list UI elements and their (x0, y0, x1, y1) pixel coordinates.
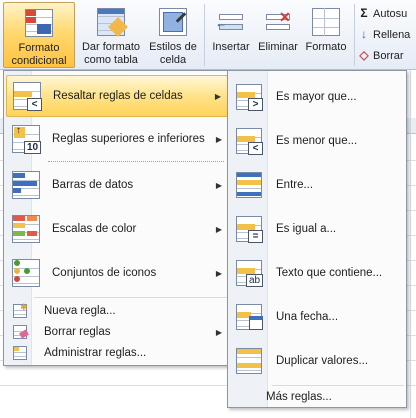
table-style-icon (95, 6, 128, 38)
format-label: Formato (305, 41, 347, 53)
ribbon-separator (354, 4, 355, 66)
duplicate-values-icon (234, 346, 264, 376)
date-occurring-icon (234, 302, 264, 332)
autosum-label: Autosu (373, 8, 408, 20)
menu-item-label: Borrar reglas (44, 326, 111, 338)
submenu-item-greater-than[interactable]: > Es mayor que... (230, 77, 404, 117)
clear-label: Borrar (373, 50, 404, 62)
conditional-format-menu: < Resaltar reglas de celdas ▶ ↑ 10 Regla… (3, 70, 231, 366)
menu-item-top-bottom-rules[interactable]: ↑ 10 Reglas superiores e inferiores ▶ (6, 119, 228, 159)
highlight-rules-submenu: > Es mayor que... < Es menor que... Entr… (227, 70, 407, 408)
ribbon-separator (204, 4, 205, 66)
fill-label: Rellena (373, 29, 411, 41)
submenu-arrow-icon: ▶ (215, 327, 222, 337)
autosum-button[interactable]: Σ Autosu (358, 4, 407, 22)
conditional-format-button[interactable]: Formato condicional (3, 2, 75, 68)
new-rule-icon: ✱ (12, 303, 28, 319)
menu-item-clear-rules[interactable]: Borrar reglas ▶ (6, 322, 228, 342)
submenu-separator (272, 385, 404, 386)
cell-styles-icon (157, 6, 189, 38)
greater-than-icon: > (234, 82, 264, 112)
manage-rules-icon (12, 345, 28, 361)
insert-cells-icon: ← (215, 6, 247, 38)
submenu-item-label: Duplicar valores... (276, 355, 369, 367)
highlight-cells-rules-icon: < (11, 80, 43, 112)
submenu-arrow-icon: ▶ (215, 134, 222, 144)
menu-item-data-bars[interactable]: Barras de datos ▶ (6, 165, 228, 205)
submenu-item-label: Es igual a... (276, 223, 337, 235)
icon-sets-icon (10, 257, 42, 289)
format-as-table-button[interactable]: Dar formato como tabla (78, 2, 144, 68)
submenu-arrow-icon: ▶ (214, 91, 221, 101)
clear-button[interactable]: ◇ Borrar (358, 46, 404, 64)
cell-styles-button[interactable]: Estilos de celda (146, 2, 200, 68)
submenu-item-equal-to[interactable]: = Es igual a... (230, 209, 404, 249)
menu-separator (34, 297, 228, 298)
submenu-item-between[interactable]: Entre... (230, 165, 404, 205)
more-rules-label: Más reglas... (266, 391, 332, 403)
eraser-icon: ◇ (359, 48, 369, 62)
clear-rules-icon (12, 324, 29, 340)
grid-line (410, 70, 411, 418)
menu-item-highlight-cell-rules[interactable]: < Resaltar reglas de celdas ▶ (6, 75, 228, 117)
data-bars-icon (10, 169, 42, 201)
sigma-icon: Σ (360, 6, 368, 20)
submenu-item-label: Texto que contiene... (276, 267, 383, 279)
cell-styles-label: Estilos de celda (149, 41, 197, 66)
submenu-item-more-rules[interactable]: Más reglas... (230, 387, 404, 407)
menu-separator (48, 161, 224, 162)
menu-item-manage-rules[interactable]: Administrar reglas... (6, 343, 228, 363)
submenu-arrow-icon: ▶ (215, 224, 222, 234)
menu-item-new-rule[interactable]: ✱ Nueva regla... (6, 301, 228, 321)
menu-item-icon-sets[interactable]: Conjuntos de iconos ▶ (6, 253, 228, 293)
menu-item-label: Reglas superiores e inferiores (52, 133, 205, 145)
menu-item-label: Escalas de color (52, 223, 137, 235)
fill-down-icon: ↓ (361, 27, 367, 41)
insert-button[interactable]: ← Insertar (208, 2, 254, 68)
submenu-item-date[interactable]: Una fecha... (230, 297, 404, 337)
between-icon (234, 170, 264, 200)
format-cells-icon (310, 6, 342, 38)
conditional-format-label: Formato condicional (11, 42, 67, 67)
delete-cells-icon: ✕ (262, 6, 294, 38)
submenu-arrow-icon: ▶ (215, 180, 222, 190)
submenu-item-label: Entre... (276, 179, 314, 191)
menu-item-label: Administrar reglas... (44, 347, 147, 359)
format-button[interactable]: Formato (302, 2, 350, 68)
submenu-arrow-icon: ▶ (215, 268, 222, 278)
delete-button[interactable]: ✕ Eliminar (255, 2, 301, 68)
fill-button[interactable]: ↓ Rellena (358, 25, 410, 43)
submenu-item-label: Es menor que... (276, 135, 358, 147)
submenu-item-duplicate-values[interactable]: Duplicar valores... (230, 341, 404, 381)
submenu-item-less-than[interactable]: < Es menor que... (230, 121, 404, 161)
menu-item-label: Conjuntos de iconos (52, 267, 157, 279)
submenu-item-label: Una fecha... (276, 311, 339, 323)
format-as-table-label: Dar formato como tabla (81, 41, 141, 66)
color-scales-icon (10, 213, 42, 245)
conditional-format-icon (23, 7, 55, 39)
less-than-icon: < (234, 126, 264, 156)
ribbon: Formato condicional Dar formato como tab… (0, 0, 416, 70)
top-bottom-rules-icon: ↑ 10 (10, 123, 42, 155)
menu-item-label: Resaltar reglas de celdas (53, 90, 183, 102)
equal-to-icon: = (234, 214, 264, 244)
submenu-item-label: Es mayor que... (276, 91, 357, 103)
insert-label: Insertar (212, 41, 250, 53)
text-contains-icon: ab (234, 258, 264, 288)
menu-item-label: Barras de datos (52, 179, 134, 191)
submenu-item-text-contains[interactable]: ab Texto que contiene... (230, 253, 404, 293)
delete-label: Eliminar (258, 41, 298, 53)
menu-item-color-scales[interactable]: Escalas de color ▶ (6, 209, 228, 249)
menu-item-label: Nueva regla... (44, 305, 116, 317)
